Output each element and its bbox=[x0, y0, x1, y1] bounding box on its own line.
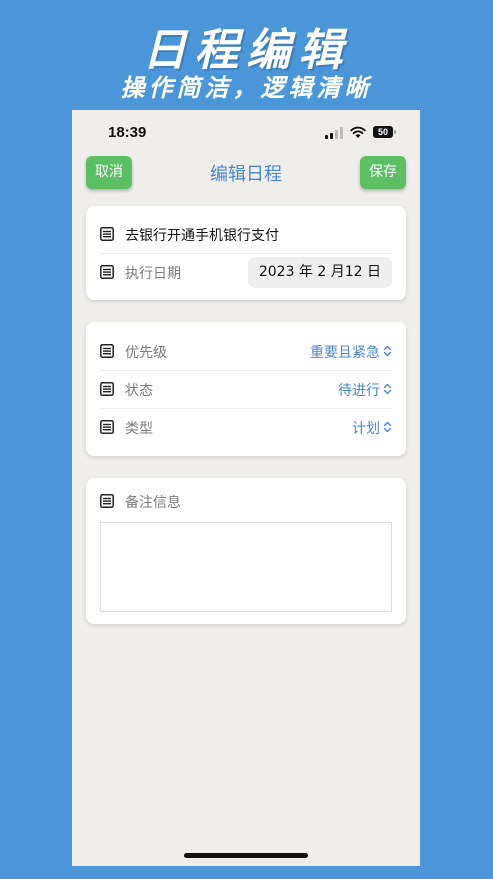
home-indicator[interactable] bbox=[184, 853, 308, 858]
priority-label: 优先级 bbox=[125, 345, 167, 361]
date-row: 执行日期 2023 年 2 月12 日 bbox=[100, 253, 392, 291]
wifi-icon bbox=[350, 126, 366, 138]
status-bar: 18:39 50 bbox=[72, 110, 420, 154]
chevron-updown-icon bbox=[383, 383, 392, 395]
task-name-row[interactable]: 去银行开通手机银行支付 bbox=[100, 215, 392, 254]
task-name-text: 去银行开通手机银行支付 bbox=[125, 228, 279, 244]
notes-header: 备注信息 bbox=[100, 482, 392, 520]
date-picker[interactable]: 2023 年 2 月12 日 bbox=[247, 257, 392, 288]
promo-subtitle: 操作简洁，逻辑清晰 bbox=[120, 74, 373, 102]
signal-icon bbox=[325, 127, 343, 139]
type-label: 类型 bbox=[125, 421, 153, 437]
note-icon bbox=[100, 227, 114, 241]
status-value[interactable]: 待进行 bbox=[338, 380, 380, 400]
status-time: 18:39 bbox=[108, 124, 147, 141]
note-icon bbox=[100, 265, 114, 279]
notes-label: 备注信息 bbox=[125, 495, 181, 511]
date-label: 执行日期 bbox=[125, 266, 181, 282]
priority-row[interactable]: 优先级 重要且紧急 bbox=[100, 332, 392, 371]
note-icon bbox=[100, 344, 114, 358]
type-value[interactable]: 计划 bbox=[352, 418, 380, 438]
battery-icon: 50 bbox=[373, 126, 393, 138]
type-row[interactable]: 类型 计划 bbox=[100, 408, 392, 446]
note-icon bbox=[100, 420, 114, 434]
save-button[interactable]: 保存 bbox=[360, 156, 406, 189]
task-card: 去银行开通手机银行支付 执行日期 2023 年 2 月12 日 bbox=[86, 206, 406, 300]
battery-tip bbox=[394, 130, 396, 134]
status-row[interactable]: 状态 待进行 bbox=[100, 370, 392, 409]
notes-textarea[interactable] bbox=[100, 522, 392, 612]
note-icon bbox=[100, 494, 114, 508]
chevron-updown-icon bbox=[383, 421, 392, 433]
chevron-updown-icon bbox=[383, 345, 392, 357]
status-label: 状态 bbox=[125, 383, 153, 399]
priority-value[interactable]: 重要且紧急 bbox=[310, 342, 380, 362]
note-icon bbox=[100, 382, 114, 396]
attributes-card: 优先级 重要且紧急 状态 待进行 类型 计划 bbox=[86, 322, 406, 456]
notes-card: 备注信息 bbox=[86, 478, 406, 624]
phone-screen: 18:39 50 取消 编辑日程 保存 去银行开通手机银行支付 执行日期 202… bbox=[72, 110, 420, 866]
